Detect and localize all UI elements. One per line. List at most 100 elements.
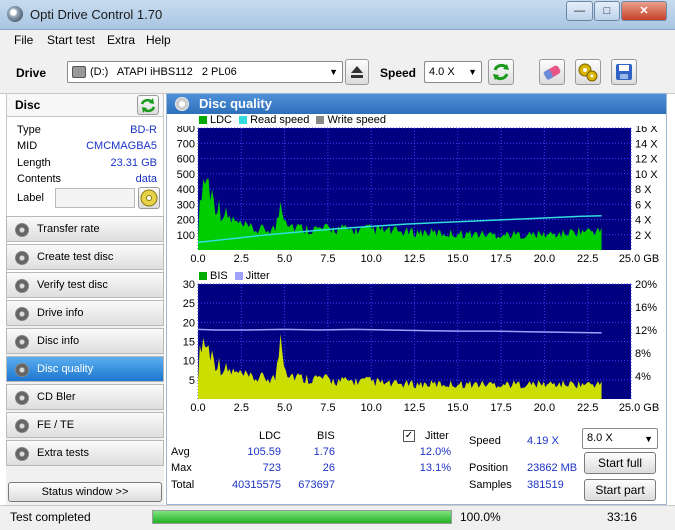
avg-ldc: 105.59 bbox=[247, 446, 281, 458]
disc-gear-icon bbox=[15, 223, 29, 237]
eject-button[interactable] bbox=[345, 59, 369, 85]
settings-button[interactable] bbox=[575, 59, 601, 85]
disc-gear-icon bbox=[15, 279, 29, 293]
x-tick-label: 12.5 bbox=[404, 253, 425, 265]
floppy-save-icon bbox=[616, 64, 632, 80]
disc-refresh-button[interactable] bbox=[137, 95, 159, 115]
y-tick-label: 300 bbox=[177, 199, 195, 211]
disc-quality-icon bbox=[175, 97, 189, 111]
y-tick-label: 200 bbox=[177, 215, 195, 227]
x-tick-label: 22.5 bbox=[577, 253, 598, 265]
nav-cd-bler[interactable]: CD Bler bbox=[6, 384, 164, 410]
progress-label: 100.0% bbox=[460, 510, 501, 524]
y-tick-label: 30 bbox=[183, 280, 195, 291]
disc-gear-icon bbox=[15, 335, 29, 349]
nav-transfer-rate[interactable]: Transfer rate bbox=[6, 216, 164, 242]
x-tick-label: 20.0 bbox=[534, 402, 555, 414]
total-ldc: 40315575 bbox=[232, 479, 281, 491]
y2-tick-label: 20% bbox=[635, 280, 657, 291]
save-button[interactable] bbox=[611, 59, 637, 85]
test-speed-select[interactable]: 8.0 X ▼ bbox=[582, 428, 658, 449]
drive-select[interactable]: (D:) ATAPI iHBS112 2 PL06 ▼ bbox=[67, 61, 343, 83]
speed-select-value: 4.0 X bbox=[429, 66, 455, 78]
close-button[interactable]: ✕ bbox=[621, 1, 667, 21]
disc-quality-panel: Disc quality LDC Read speed Write speed … bbox=[166, 93, 667, 505]
y2-tick-label: 12 X bbox=[635, 154, 658, 166]
menu-start-test[interactable]: Start test bbox=[47, 33, 95, 47]
legend-read-speed: Read speed bbox=[250, 114, 310, 126]
y-tick-label: 600 bbox=[177, 154, 195, 166]
menu-extra[interactable]: Extra bbox=[107, 33, 135, 47]
samples-value: 381519 bbox=[527, 479, 564, 491]
disc-gear-icon bbox=[15, 391, 29, 405]
mid-value: CMCMAGBA5 bbox=[86, 140, 157, 152]
y2-tick-label: 16% bbox=[635, 302, 657, 314]
disc-gear-icon bbox=[15, 363, 29, 377]
nav-create-test-disc[interactable]: Create test disc bbox=[6, 244, 164, 270]
status-window-button[interactable]: Status window >> bbox=[8, 482, 162, 502]
x-tick-label: 15.0 bbox=[447, 253, 468, 265]
y-tick-label: 5 bbox=[189, 375, 195, 387]
erase-button[interactable] bbox=[539, 59, 565, 85]
chevron-down-icon: ▼ bbox=[468, 67, 477, 77]
ldc-chart: 0.0 2.5 5.0 7.5 10.0 12.5 15.0 17.5 20.0 22.5 25.0… bbox=[177, 126, 660, 265]
x-tick-label: 12.5 bbox=[404, 402, 425, 414]
label-input[interactable] bbox=[55, 188, 135, 208]
minimize-button[interactable]: — bbox=[566, 1, 593, 21]
menu-help[interactable]: Help bbox=[146, 33, 171, 47]
speed-stat-label: Speed bbox=[469, 435, 501, 447]
position-label: Position bbox=[469, 462, 509, 474]
y-tick-label: 20 bbox=[183, 317, 195, 329]
start-full-button[interactable]: Start full bbox=[584, 452, 656, 474]
length-label: Length bbox=[17, 157, 51, 169]
y2-tick-label: 6 X bbox=[635, 199, 652, 211]
nav-fe-te[interactable]: FE / TE bbox=[6, 412, 164, 438]
top-legend: LDC Read speed Write speed bbox=[199, 114, 386, 126]
nav-extra-tests[interactable]: Extra tests bbox=[6, 440, 164, 466]
menu-file[interactable]: File bbox=[14, 33, 33, 47]
drive-toolbar: Drive (D:) ATAPI iHBS112 2 PL06 ▼ Speed … bbox=[0, 50, 675, 94]
x-tick-label: 25.0 GB bbox=[619, 253, 659, 265]
elapsed-time: 33:16 bbox=[607, 510, 638, 524]
disc-header-title: Disc bbox=[15, 98, 41, 112]
nav-drive-info[interactable]: Drive info bbox=[6, 300, 164, 326]
y2-tick-label: 10 X bbox=[635, 169, 658, 181]
progress-bar bbox=[152, 510, 452, 524]
mid-label: MID bbox=[17, 140, 38, 152]
maximize-button[interactable]: □ bbox=[594, 1, 620, 21]
menu-bar: File Start test Extra Help bbox=[0, 30, 675, 50]
speed-select[interactable]: 4.0 X ▼ bbox=[424, 61, 482, 83]
avg-label: Avg bbox=[171, 446, 190, 458]
ldc-swatch bbox=[199, 116, 207, 125]
refresh-button[interactable] bbox=[488, 59, 514, 85]
y2-tick-label: 2 X bbox=[635, 230, 652, 242]
drive-label: Drive bbox=[16, 66, 47, 80]
disc-gear-icon bbox=[15, 447, 29, 461]
eject-icon bbox=[351, 66, 363, 78]
app-icon bbox=[7, 6, 23, 22]
jitter-checkbox[interactable]: ✓ bbox=[403, 430, 415, 442]
contents-label: Contents bbox=[17, 173, 62, 185]
total-bis: 673697 bbox=[298, 479, 335, 491]
panel-title: Disc quality bbox=[199, 96, 272, 111]
col-ldc: LDC bbox=[259, 430, 282, 442]
samples-label: Samples bbox=[469, 479, 512, 491]
nav-disc-quality[interactable]: Disc quality bbox=[6, 356, 164, 382]
y-tick-label: 700 bbox=[177, 138, 195, 150]
label-disc-button[interactable] bbox=[138, 187, 160, 209]
legend-write-speed: Write speed bbox=[327, 114, 386, 126]
start-part-button[interactable]: Start part bbox=[584, 479, 656, 501]
disc-gear-icon bbox=[15, 251, 29, 265]
y-tick-label: 500 bbox=[177, 169, 195, 181]
x-tick-label: 0.0 bbox=[190, 253, 205, 265]
nav-verify-test-disc[interactable]: Verify test disc bbox=[6, 272, 164, 298]
y-tick-label: 400 bbox=[177, 184, 195, 196]
legend-ldc: LDC bbox=[210, 114, 233, 126]
test-speed-value: 8.0 X bbox=[587, 432, 613, 444]
x-tick-label: 7.5 bbox=[320, 253, 335, 265]
title-bar: Opti Drive Control 1.70 — □ ✕ bbox=[0, 0, 675, 30]
x-tick-label: 5.0 bbox=[277, 402, 292, 414]
x-tick-label: 7.5 bbox=[320, 402, 335, 414]
nav-disc-info[interactable]: Disc info bbox=[6, 328, 164, 354]
chevron-down-icon: ▼ bbox=[329, 67, 338, 77]
